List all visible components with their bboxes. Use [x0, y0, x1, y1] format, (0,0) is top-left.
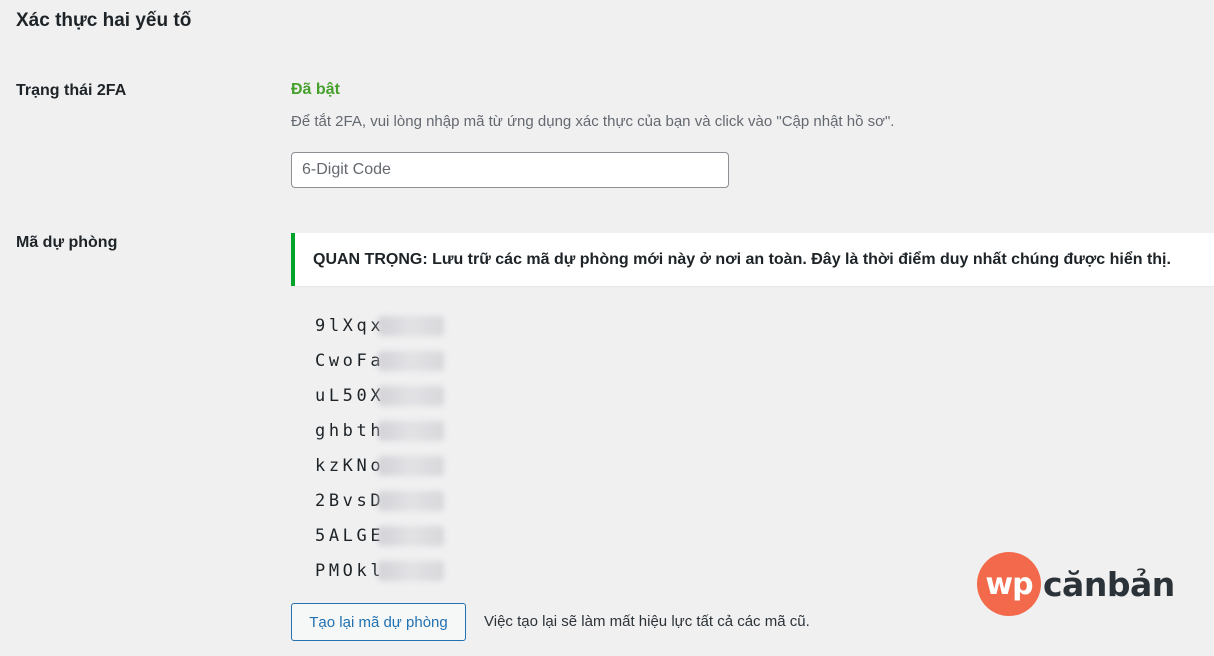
backup-code-visible-part: CwoFa — [315, 350, 385, 371]
important-notice: QUAN TRỌNG: Lưu trữ các mã dự phòng mới … — [291, 233, 1214, 286]
regenerate-backup-codes-button[interactable]: Tạo lại mã dự phòng — [291, 603, 466, 641]
blurred-redaction — [378, 490, 445, 511]
blurred-redaction — [378, 315, 445, 336]
logo-text: wp — [985, 566, 1033, 602]
backup-code: PMOkl — [315, 553, 445, 588]
backup-code-visible-part: PMOkl — [315, 560, 385, 581]
notice-text: QUAN TRỌNG: Lưu trữ các mã dự phòng mới … — [313, 250, 1171, 268]
backup-code-visible-part: 9lXqx — [315, 315, 385, 336]
backup-code: CwoFa — [315, 343, 445, 378]
wpcanban-watermark-logo: wp cănbản — [977, 552, 1175, 616]
backup-code: 9lXqx — [315, 308, 445, 343]
six-digit-code-input[interactable] — [291, 152, 729, 188]
backup-code-visible-part: uL50X — [315, 385, 385, 406]
brand-text: cănbản — [1043, 564, 1175, 604]
backup-code: 5ALGE — [315, 518, 445, 553]
backup-code-visible-part: 2BvsD — [315, 490, 385, 511]
blurred-redaction — [378, 420, 445, 441]
status-row-label: Trạng thái 2FA — [16, 82, 127, 99]
backup-code: 2BvsD — [315, 483, 445, 518]
wp-logo-circle: wp — [977, 552, 1041, 616]
blurred-redaction — [378, 455, 445, 476]
backup-codes-list: 9lXqx CwoFa uL50X ghbth kzKNo 2BvsD 5ALG… — [315, 308, 445, 588]
blurred-redaction — [378, 525, 445, 546]
backup-code-visible-part: ghbth — [315, 420, 385, 441]
backup-code-visible-part: 5ALGE — [315, 525, 385, 546]
status-badge: Đã bật — [291, 81, 340, 98]
regenerate-note: Việc tạo lại sẽ làm mất hiệu lực tất cả … — [484, 613, 810, 630]
backup-code-visible-part: kzKNo — [315, 455, 385, 476]
blurred-redaction — [378, 385, 445, 406]
backup-code: ghbth — [315, 413, 445, 448]
backup-code: uL50X — [315, 378, 445, 413]
section-title: Xác thực hai yếu tố — [16, 10, 192, 31]
blurred-redaction — [378, 560, 445, 581]
backup-code: kzKNo — [315, 448, 445, 483]
status-description: Để tắt 2FA, vui lòng nhập mã từ ứng dụng… — [291, 113, 895, 130]
blurred-redaction — [378, 350, 445, 371]
backup-codes-row-label: Mã dự phòng — [16, 234, 118, 251]
